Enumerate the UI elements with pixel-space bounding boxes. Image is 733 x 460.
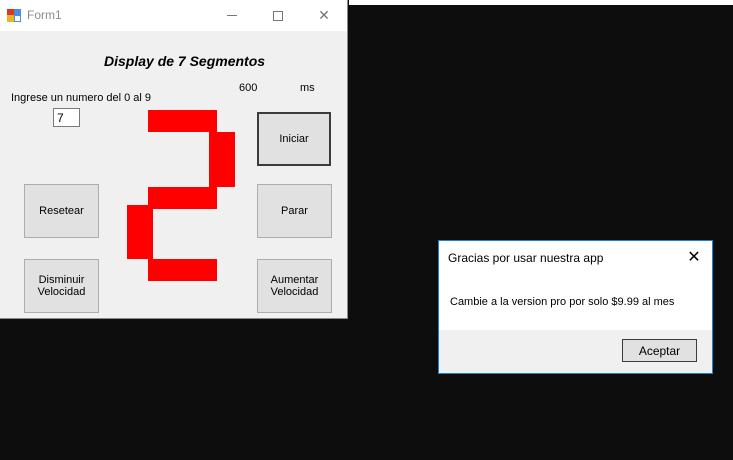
maximize-icon bbox=[273, 10, 283, 21]
dialog-message: Cambie a la version pro por solo $9.99 a… bbox=[450, 296, 675, 308]
increase-speed-button[interactable]: Aumentar Velocidad bbox=[257, 259, 332, 313]
dialog-footer: Aceptar bbox=[439, 330, 712, 373]
title-bar[interactable]: Form1 ✕ bbox=[0, 0, 347, 31]
speed-value-label: 600 bbox=[239, 82, 258, 94]
segment-b bbox=[209, 132, 235, 187]
segment-g bbox=[148, 187, 217, 209]
instruction-label: Ingrese un numero del 0 al 9 bbox=[11, 92, 152, 104]
desktop-strip bbox=[349, 0, 733, 5]
segment-a bbox=[148, 110, 217, 132]
accept-button[interactable]: Aceptar bbox=[622, 339, 697, 362]
number-input[interactable] bbox=[53, 108, 80, 127]
window-title: Form1 bbox=[27, 8, 62, 22]
segment-e bbox=[127, 205, 153, 259]
form1-window: Form1 ✕ Display de 7 Segmentos Ingrese u… bbox=[0, 0, 348, 319]
reset-button[interactable]: Resetear bbox=[24, 184, 99, 238]
close-icon: ✕ bbox=[318, 7, 330, 23]
segment-d bbox=[148, 259, 217, 281]
minimize-button[interactable] bbox=[209, 0, 255, 31]
dialog-close-button[interactable]: ✕ bbox=[680, 244, 708, 270]
minimize-icon bbox=[227, 15, 237, 16]
app-icon bbox=[7, 9, 21, 22]
close-button[interactable]: ✕ bbox=[301, 0, 347, 31]
decrease-speed-button[interactable]: Disminuir Velocidad bbox=[24, 259, 99, 313]
start-button[interactable]: Iniciar bbox=[257, 112, 331, 166]
message-dialog: Gracias por usar nuestra app ✕ Cambie a … bbox=[438, 240, 713, 374]
stop-button[interactable]: Parar bbox=[257, 184, 332, 238]
speed-unit-label: ms bbox=[300, 82, 315, 94]
close-icon: ✕ bbox=[687, 249, 701, 266]
dialog-title: Gracias por usar nuestra app bbox=[448, 251, 604, 265]
maximize-button[interactable] bbox=[255, 0, 301, 31]
page-title: Display de 7 Segmentos bbox=[104, 53, 266, 69]
